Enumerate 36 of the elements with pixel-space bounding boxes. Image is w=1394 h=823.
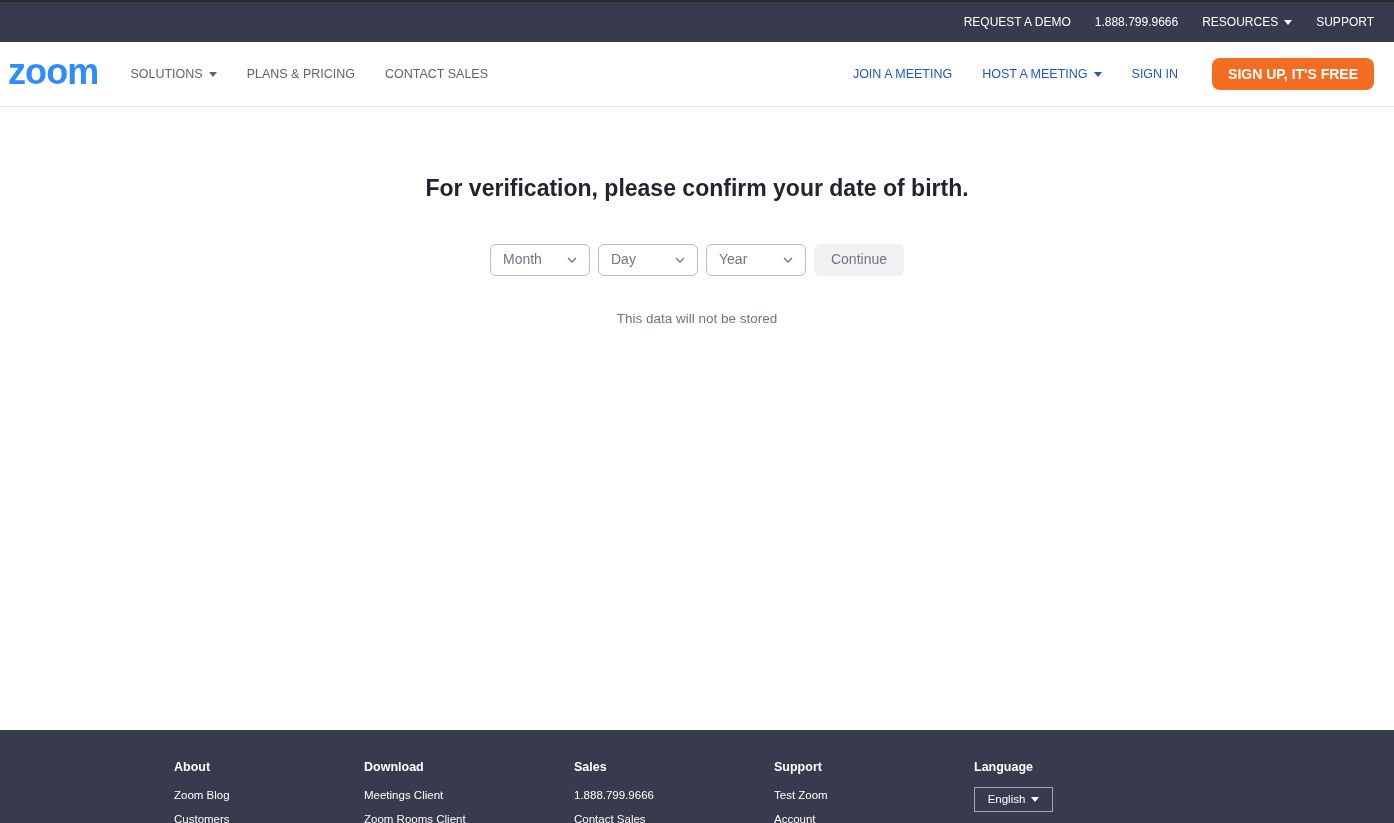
select-placeholder: Year bbox=[719, 250, 748, 269]
date-select[interactable]: Day bbox=[598, 243, 698, 276]
nav-link[interactable]: CONTACT SALES bbox=[385, 64, 489, 84]
footer-link[interactable]: Test Zoom bbox=[774, 788, 828, 801]
top-bar-link[interactable]: RESOURCES bbox=[1202, 13, 1293, 31]
chevron-down-icon bbox=[675, 256, 685, 263]
caret-icon bbox=[1031, 796, 1040, 802]
nav-link[interactable]: SIGN IN bbox=[1131, 64, 1179, 84]
footer-heading: Sales bbox=[574, 759, 608, 776]
footer-heading: Support bbox=[774, 759, 823, 776]
verification-title: For verification, please confirm your date of birth. bbox=[425, 174, 969, 203]
footer-link[interactable]: Meetings Client bbox=[364, 788, 444, 801]
footer-link[interactable]: 1.888.799.9666 bbox=[574, 788, 654, 801]
footer-link[interactable]: Zoom Rooms Client bbox=[364, 812, 466, 823]
nav-link[interactable]: JOIN A MEETING bbox=[852, 64, 953, 84]
language-dropdown[interactable]: English bbox=[974, 786, 1053, 812]
footer-link[interactable]: Account bbox=[774, 812, 816, 823]
date-select[interactable]: Month bbox=[490, 243, 590, 276]
chevron-down-icon bbox=[567, 256, 577, 263]
select-placeholder: Day bbox=[611, 250, 636, 269]
nav-link[interactable]: HOST A MEETING bbox=[982, 64, 1102, 84]
footer-heading: About bbox=[174, 759, 212, 776]
chevron-down-icon bbox=[783, 256, 793, 263]
top-bar-link[interactable]: SUPPORT bbox=[1316, 13, 1374, 31]
footer-heading: Language bbox=[974, 759, 1035, 776]
footer-heading: Download bbox=[364, 759, 425, 776]
privacy-note: This data will not be stored bbox=[616, 309, 778, 328]
date-select[interactable]: Year bbox=[706, 243, 806, 276]
footer-link[interactable]: Customers bbox=[174, 812, 230, 823]
top-bar-link[interactable]: REQUEST A DEMO bbox=[963, 13, 1071, 31]
select-placeholder: Month bbox=[503, 250, 542, 269]
footer-link[interactable]: Contact Sales bbox=[574, 812, 646, 823]
nav-link[interactable]: SOLUTIONS bbox=[130, 64, 217, 84]
footer-link[interactable]: Zoom Blog bbox=[174, 788, 230, 801]
top-bar-link[interactable]: 1.888.799.9666 bbox=[1094, 13, 1179, 31]
nav-link[interactable]: PLANS & PRICING bbox=[246, 64, 355, 84]
